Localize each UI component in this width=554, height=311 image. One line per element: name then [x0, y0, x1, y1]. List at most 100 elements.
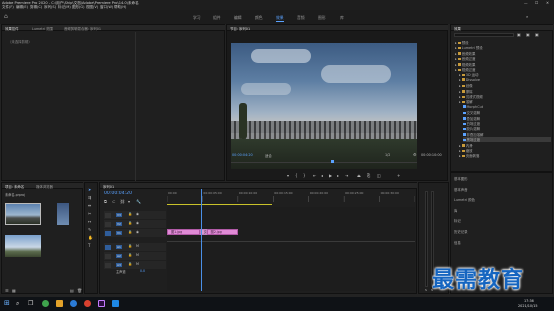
track-name[interactable]: A1: [116, 244, 122, 249]
effects-search-input[interactable]: [454, 33, 514, 37]
folder-icon[interactable]: [56, 300, 63, 307]
minimize-button[interactable]: —: [524, 1, 528, 5]
effects-tree-item[interactable]: ▸ 擦除: [459, 89, 551, 94]
workspace-effects[interactable]: 效果: [276, 15, 284, 22]
icon-view-icon[interactable]: ▦: [12, 288, 16, 293]
side-panel-item[interactable]: 历史记录: [454, 229, 468, 234]
list-view-icon[interactable]: ☰: [5, 288, 9, 293]
tab-media-browser[interactable]: 媒体浏览器: [36, 184, 53, 189]
solo-left-button[interactable]: S: [425, 288, 427, 292]
lock-icon[interactable]: 🔒: [128, 262, 132, 266]
effects-tree-item[interactable]: ▸ 内滑: [459, 143, 551, 148]
eye-icon[interactable]: ◉: [136, 230, 139, 234]
eye-icon[interactable]: ◉: [136, 212, 139, 216]
workspace-color[interactable]: 颜色: [255, 15, 263, 21]
video-track-header[interactable]: V2 🔒 ◉: [104, 220, 166, 228]
track-name[interactable]: V1: [116, 230, 122, 235]
video-track-header[interactable]: V3 🔒 ◉: [104, 211, 166, 219]
lock-icon[interactable]: 🔒: [128, 244, 132, 248]
settings-icon[interactable]: 🔧: [136, 199, 141, 204]
tab-lumetri-scopes[interactable]: Lumetri 范围: [32, 26, 53, 31]
lift-icon[interactable]: ⏏: [357, 173, 361, 178]
track-name[interactable]: V2: [116, 221, 122, 226]
effects-tree-item[interactable]: ▸ 音频效果: [455, 51, 551, 56]
effects-tree-item[interactable]: ▸ 视频过渡: [455, 67, 551, 72]
eye-icon[interactable]: ◉: [136, 221, 139, 225]
side-panel-item[interactable]: 库: [454, 208, 457, 213]
taskbar-time[interactable]: 17:36: [524, 299, 534, 303]
tab-sequence[interactable]: 序列01: [103, 184, 114, 189]
side-panel-item[interactable]: 基本图形: [454, 176, 468, 181]
source-patch-toggle[interactable]: [105, 221, 111, 227]
effects-tree-item[interactable]: ▸ 溶解: [459, 99, 551, 104]
chrome-icon[interactable]: [84, 300, 91, 307]
extract-icon[interactable]: ⎘: [367, 173, 370, 178]
media-thumbnail[interactable]: [57, 203, 69, 225]
browser-icon[interactable]: [70, 300, 77, 307]
pen-tool-icon[interactable]: ✎: [88, 227, 91, 232]
mark-in-icon[interactable]: {: [295, 173, 298, 178]
maximize-button[interactable]: ☐: [535, 1, 538, 5]
media-thumbnail[interactable]: [5, 203, 41, 225]
effects-tree-item[interactable]: ▸ 3D 运动: [459, 72, 551, 77]
effects-tree-item[interactable]: ▸ 视频效果: [455, 62, 551, 67]
workspace-assembly[interactable]: 组件: [213, 15, 221, 21]
effects-tree-item[interactable]: 黑场过渡: [463, 137, 551, 143]
trash-icon[interactable]: 🗑: [77, 288, 82, 293]
home-icon[interactable]: ⌂: [4, 13, 8, 20]
step-forward-icon[interactable]: ▸: [337, 173, 339, 178]
add-button-icon[interactable]: +: [397, 173, 400, 178]
task-view-icon[interactable]: ❐: [28, 300, 33, 307]
mark-out-icon[interactable]: }: [303, 173, 306, 178]
audio-track-header[interactable]: A3 🔒 M: [104, 261, 166, 269]
side-panel-item[interactable]: 信息: [454, 240, 461, 245]
snap-icon[interactable]: ⊂: [112, 199, 115, 204]
source-patch-toggle[interactable]: [105, 262, 111, 268]
video-preview[interactable]: [231, 43, 417, 169]
effects-tree-item[interactable]: MorphCut: [463, 105, 551, 110]
lock-icon[interactable]: 🔒: [128, 253, 132, 257]
premiere-pro-icon[interactable]: [98, 300, 105, 307]
wechat-icon[interactable]: [42, 300, 49, 307]
track-name[interactable]: A2: [116, 253, 122, 258]
effects-tree-item[interactable]: 白场过渡: [463, 121, 551, 126]
razor-tool-icon[interactable]: ✂: [88, 211, 91, 216]
workspace-learn[interactable]: 学习: [193, 15, 201, 21]
timeline-playhead[interactable]: [201, 189, 202, 291]
search-icon[interactable]: ⌕: [16, 300, 19, 308]
mute-icon[interactable]: M: [136, 262, 139, 266]
audio-track-header[interactable]: A1 🔒 M: [104, 243, 166, 251]
mute-icon[interactable]: M: [136, 244, 139, 248]
workspace-audio[interactable]: 音频: [297, 15, 305, 21]
new-item-icon[interactable]: ▤: [70, 288, 74, 293]
windows-start-icon[interactable]: ⊞: [4, 299, 10, 307]
effects-tree-item[interactable]: 叠加溶解: [463, 116, 551, 121]
monitor-scrubber[interactable]: [231, 162, 417, 163]
effects-tree-item[interactable]: ▸ 音频过渡: [455, 56, 551, 61]
type-tool-icon[interactable]: T: [88, 243, 90, 248]
nest-icon[interactable]: ⧉: [104, 199, 107, 204]
add-marker-icon[interactable]: ▾: [128, 199, 130, 204]
workspace-graphics[interactable]: 图形: [318, 15, 326, 21]
track-select-tool-icon[interactable]: ⇶: [88, 195, 91, 200]
slip-tool-icon[interactable]: ↔: [88, 219, 91, 224]
source-patch-toggle[interactable]: [105, 253, 111, 259]
app-icon[interactable]: [112, 300, 119, 307]
lock-icon[interactable]: 🔒: [128, 221, 132, 225]
effects-tree-item[interactable]: ▸ 划像: [459, 83, 551, 88]
time-ruler[interactable]: 00:00 00:00:05:00 00:00:10:00 00:00:15:00 00…: [167, 189, 415, 203]
go-to-out-icon[interactable]: ⇥: [345, 173, 348, 178]
effects-tree-item[interactable]: ▸ Lumetri 预设: [455, 45, 551, 50]
effects-tree-item[interactable]: ▸ 页面剥落: [459, 153, 551, 158]
linked-selection-icon[interactable]: ⛓: [120, 199, 125, 204]
yuv-effects-icon[interactable]: ▣: [535, 32, 539, 37]
track-name[interactable]: V3: [116, 212, 122, 217]
effects-tree-item[interactable]: ▸ 预设: [455, 40, 551, 45]
playhead-timecode[interactable]: 00:00:04:20: [232, 153, 253, 157]
video-track-header[interactable]: V1 🔒 ◉: [104, 229, 166, 237]
tab-audio-clip-mixer[interactable]: 音频剪辑混合器: 序列01: [64, 26, 101, 31]
lock-icon[interactable]: 🔒: [128, 212, 132, 216]
source-patch-toggle[interactable]: [105, 244, 111, 250]
add-marker-icon[interactable]: ▾: [287, 173, 289, 178]
effects-tree-item[interactable]: 胶片溶解: [463, 126, 551, 131]
